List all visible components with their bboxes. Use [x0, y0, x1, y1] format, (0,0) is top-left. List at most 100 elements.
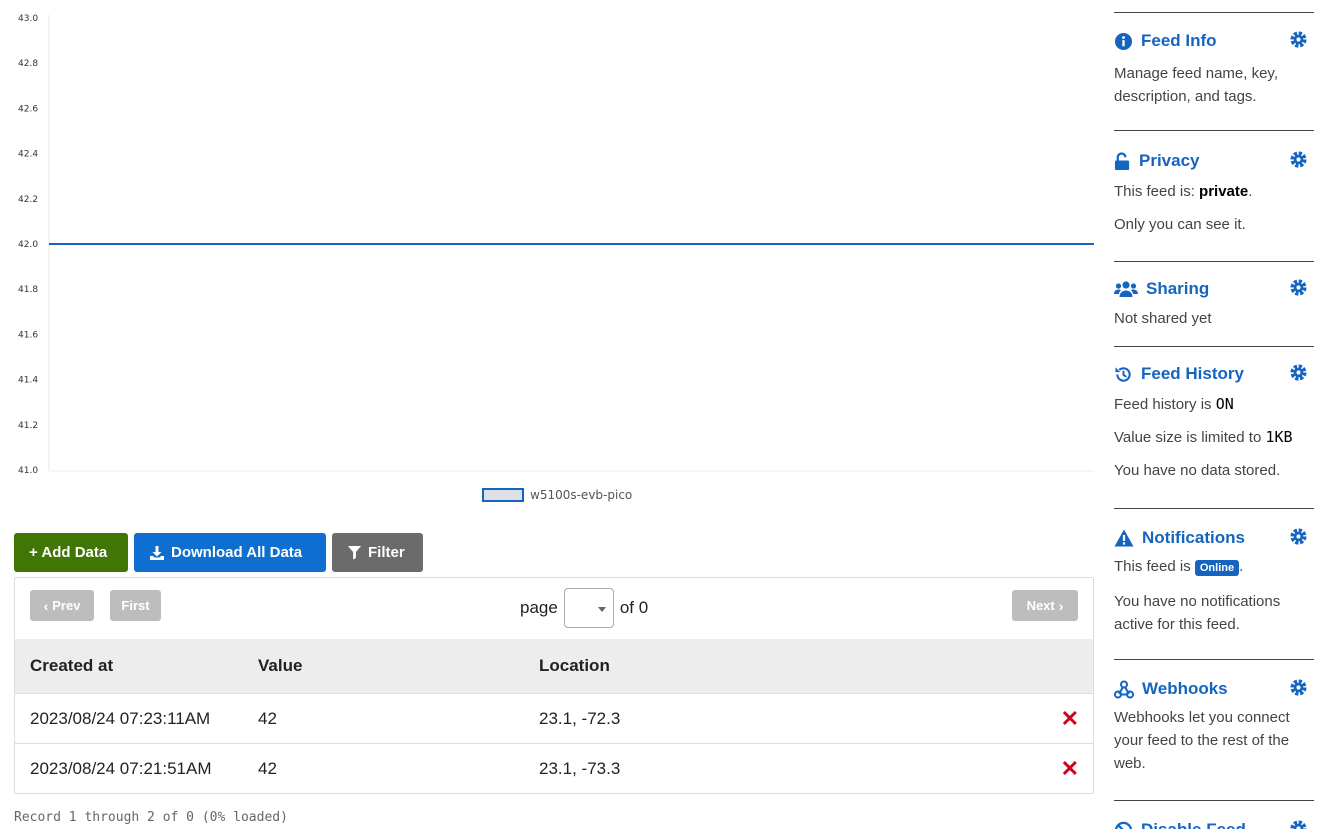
delete-icon[interactable]: ✕: [1061, 707, 1079, 730]
privacy-title[interactable]: Privacy: [1139, 151, 1200, 171]
unlock-icon: [1114, 151, 1130, 170]
chart-legend[interactable]: w5100s-evb-pico: [482, 488, 632, 502]
y-tick-label: 42.4: [18, 150, 38, 160]
gear-icon[interactable]: [1289, 363, 1308, 382]
table-row: 2023/08/24 07:21:51AM 42 23.1, -73.3 ✕: [15, 743, 1093, 793]
legend-label: w5100s-evb-pico: [530, 488, 633, 502]
y-tick-label: 42.0: [18, 240, 38, 250]
y-tick-label: 41.8: [18, 285, 38, 295]
history-status-value: ON: [1215, 395, 1234, 413]
disable-feed-title[interactable]: Disable Feed: [1141, 820, 1246, 829]
pagination-bar: ‹ Prev First page of 0 Next ›: [15, 578, 1093, 639]
webhooks-title[interactable]: Webhooks: [1142, 679, 1228, 699]
history-limit: Value size is limited to 1KB: [1114, 426, 1314, 449]
y-tick-label: 42.8: [18, 59, 38, 69]
sharing-text: Not shared yet: [1114, 310, 1212, 327]
y-tick-label: 41.2: [18, 421, 38, 431]
line-chart: 43.0 42.8 42.6 42.4 42.2 42.0 41.8 41.6 41.4 41.2…: [18, 14, 1094, 476]
prev-label: Prev: [52, 598, 81, 613]
header-location: Location: [539, 656, 610, 675]
history-status: Feed history is ON: [1114, 393, 1314, 416]
webhook-icon: [1114, 680, 1134, 698]
cell-value: 42: [258, 758, 277, 778]
feed-history-section: Feed History Feed history is ON Value si…: [1114, 346, 1314, 508]
page-select[interactable]: [563, 588, 614, 628]
cell-value: 42: [258, 708, 277, 728]
disable-feed-section: Disable Feed: [1114, 800, 1314, 829]
privacy-suffix: .: [1248, 183, 1253, 200]
y-tick-label: 41.4: [18, 376, 38, 386]
table-row: 2023/08/24 07:23:11AM 42 23.1, -72.3 ✕: [15, 693, 1093, 743]
y-tick-label: 41.6: [18, 330, 38, 340]
data-toolbar: + Add Data Download All Data Filter: [14, 533, 423, 572]
gear-icon[interactable]: [1289, 30, 1308, 49]
chevron-right-icon: ›: [1058, 597, 1064, 614]
feed-history-title[interactable]: Feed History: [1141, 364, 1244, 384]
history-stored-text: You have no data stored.: [1114, 462, 1281, 479]
y-tick-label: 41.0: [18, 466, 38, 476]
y-tick-label: 43.0: [18, 14, 38, 24]
gear-icon[interactable]: [1289, 819, 1308, 829]
y-tick-label: 42.2: [18, 195, 38, 205]
webhooks-section: Webhooks Webhooks let you connect your f…: [1114, 659, 1314, 800]
download-icon: [150, 545, 164, 560]
filter-button[interactable]: Filter: [332, 533, 423, 572]
first-page-button[interactable]: First: [110, 590, 161, 621]
history-limit-value: 1KB: [1265, 428, 1293, 446]
notifications-prefix: This feed is: [1114, 558, 1195, 575]
history-icon: [1115, 366, 1131, 382]
feed-info-title[interactable]: Feed Info: [1141, 31, 1217, 51]
privacy-text: Only you can see it.: [1114, 216, 1246, 233]
gear-icon[interactable]: [1289, 678, 1308, 697]
privacy-section: Privacy This feed is: private. Only you …: [1114, 130, 1314, 261]
feed-info-section: Feed Info Manage feed name, key, descrip…: [1114, 12, 1314, 130]
y-tick-label: 42.6: [18, 104, 38, 114]
privacy-prefix: This feed is:: [1114, 183, 1200, 200]
header-created-at: Created at: [30, 656, 114, 675]
notifications-suffix: .: [1239, 558, 1244, 575]
delete-icon[interactable]: ✕: [1061, 757, 1079, 780]
cell-location: 23.1, -73.3: [539, 758, 621, 778]
warning-icon: [1114, 529, 1134, 547]
download-all-data-button[interactable]: Download All Data: [134, 533, 326, 572]
privacy-value: private: [1199, 183, 1249, 200]
page-label: page: [520, 598, 558, 617]
table-header: Created at Value Location: [15, 639, 1093, 693]
notifications-status: This feed is Online.: [1114, 555, 1314, 580]
webhooks-text: Webhooks let you connect your feed to th…: [1114, 709, 1290, 772]
gear-icon[interactable]: [1289, 278, 1308, 297]
caret-down-icon: [597, 607, 606, 612]
legend-swatch: [482, 488, 524, 502]
notifications-section: Notifications This feed is Online. You h…: [1114, 508, 1314, 659]
info-icon: [1114, 32, 1133, 50]
users-icon: [1114, 281, 1138, 297]
chart-area: 43.0 42.8 42.6 42.4 42.2 42.0 41.8 41.6 41.4 41.2…: [0, 0, 1100, 510]
notifications-text: You have no notifications active for thi…: [1114, 593, 1281, 633]
sharing-section: Sharing Not shared yet: [1114, 261, 1314, 346]
notifications-title[interactable]: Notifications: [1142, 528, 1245, 548]
next-page-button[interactable]: Next ›: [1012, 590, 1078, 621]
history-limit-prefix: Value size is limited to: [1114, 429, 1266, 446]
cell-created-at: 2023/08/24 07:23:11AM: [30, 708, 211, 728]
data-table-panel: ‹ Prev First page of 0 Next › Created at…: [14, 577, 1094, 794]
chevron-left-icon: ‹: [43, 597, 49, 614]
next-label: Next: [1026, 598, 1055, 613]
filter-icon: [347, 545, 362, 560]
sharing-title[interactable]: Sharing: [1146, 279, 1209, 299]
cell-created-at: 2023/08/24 07:21:51AM: [30, 758, 212, 778]
page-count: of 0: [619, 598, 649, 617]
download-label: Download All Data: [171, 544, 303, 561]
cell-location: 23.1, -72.3: [539, 708, 621, 728]
add-data-label: + Add Data: [29, 544, 108, 561]
status-badge: Online: [1194, 560, 1240, 576]
header-value: Value: [258, 656, 303, 675]
first-label: First: [121, 598, 150, 613]
page-selector: page of 0: [520, 588, 648, 628]
gear-icon[interactable]: [1289, 150, 1308, 169]
gear-icon[interactable]: [1289, 527, 1308, 546]
privacy-status: This feed is: private.: [1114, 180, 1314, 203]
prev-page-button[interactable]: ‹ Prev: [30, 590, 94, 621]
add-data-button[interactable]: + Add Data: [14, 533, 128, 572]
feed-sidebar: Feed Info Manage feed name, key, descrip…: [1114, 12, 1314, 829]
feed-info-text: Manage feed name, key, description, and …: [1114, 65, 1278, 105]
